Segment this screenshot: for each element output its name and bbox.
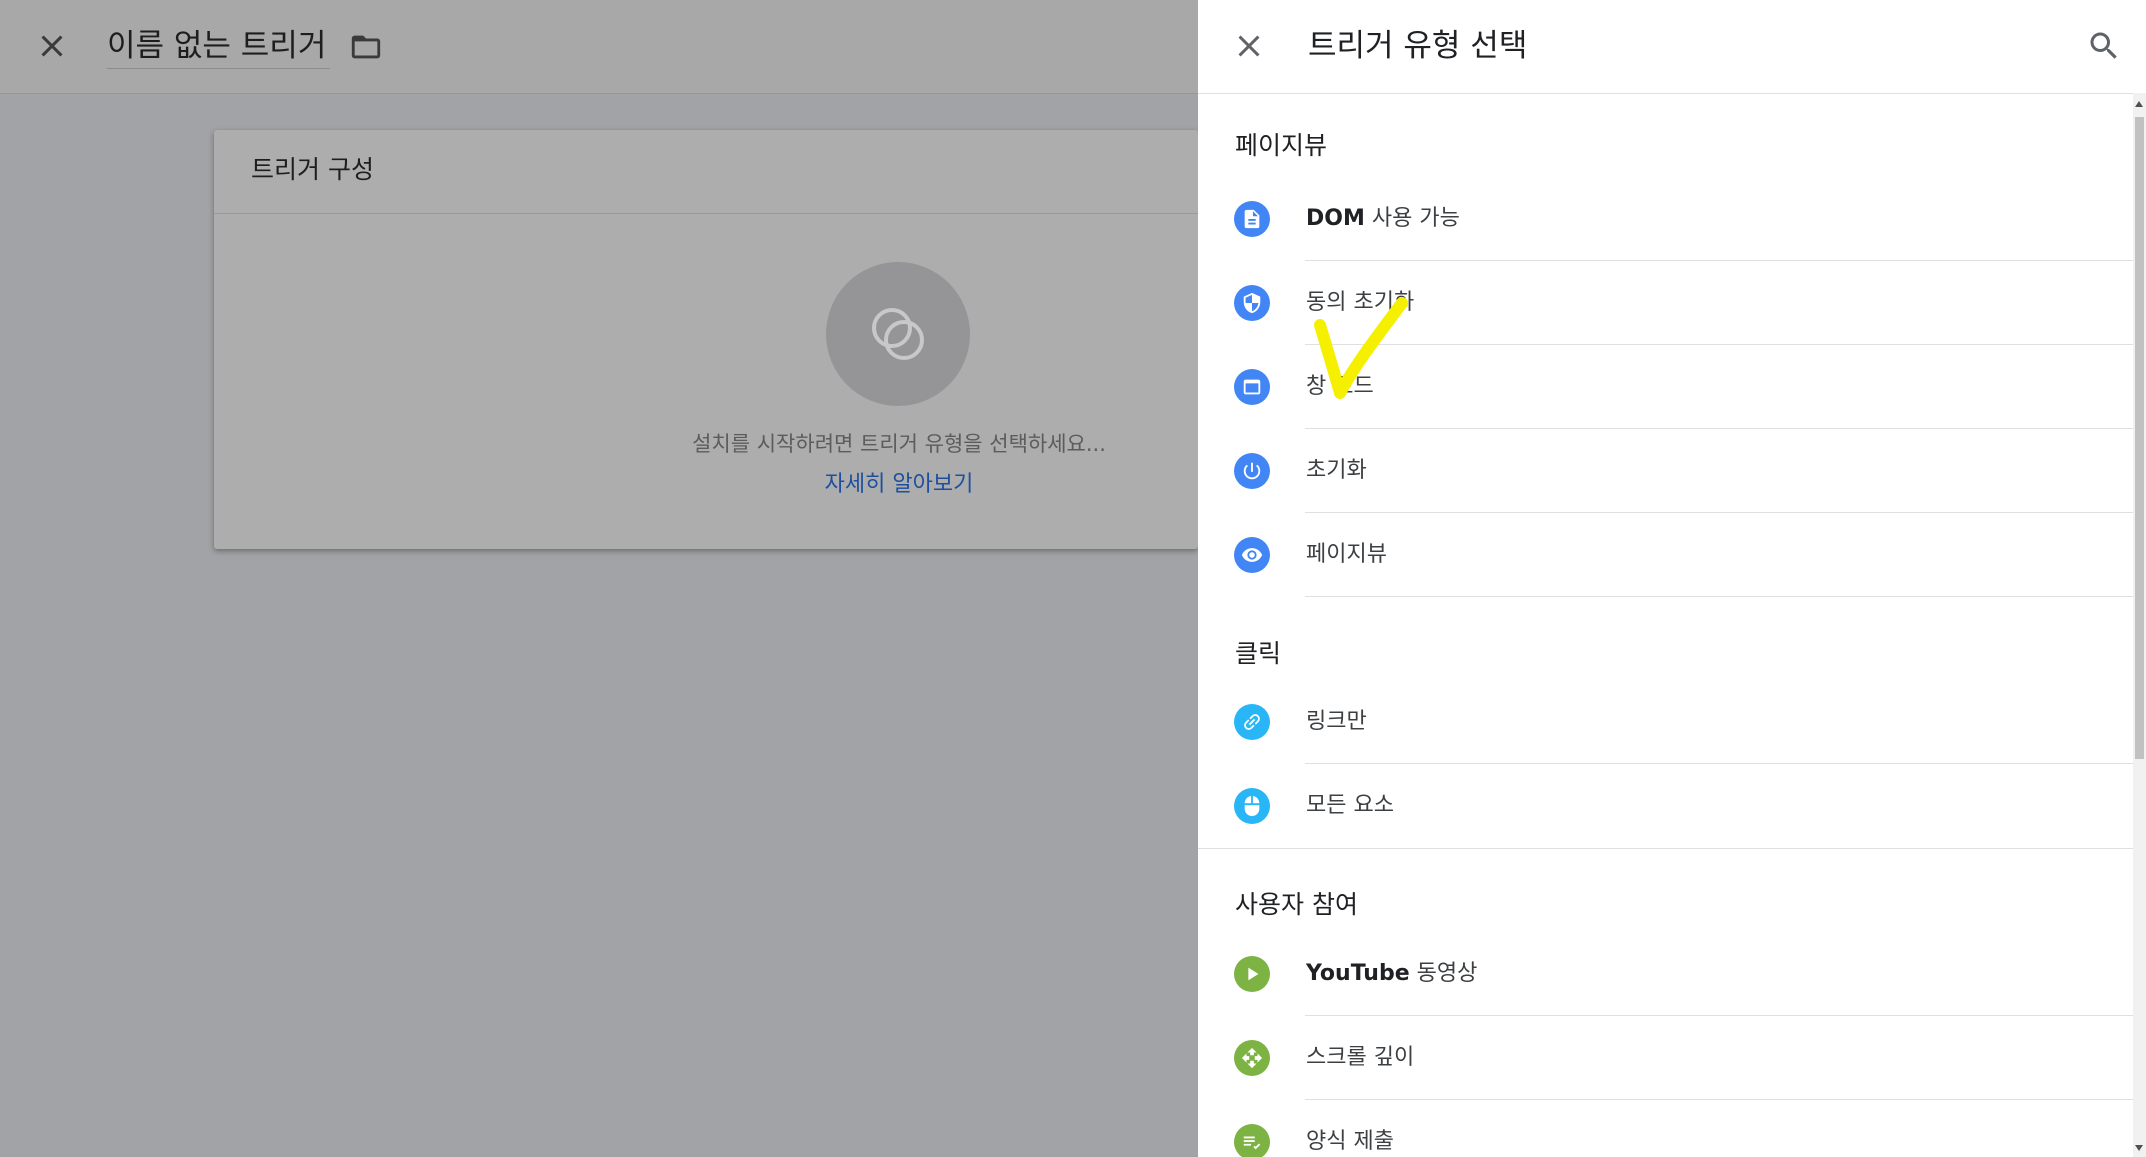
trigger-item-page-view[interactable]: 페이지뷰 <box>1198 513 2133 597</box>
scroll-up-arrow[interactable] <box>2135 101 2143 107</box>
shield-icon <box>1234 285 1270 321</box>
trigger-item-consent-init[interactable]: 동의 초기화 <box>1198 261 2133 345</box>
trigger-item-all-elements[interactable]: 모든 요소 <box>1198 764 2133 848</box>
trigger-item-youtube-video[interactable]: YouTube 동영상 <box>1198 932 2133 1016</box>
link-icon <box>1234 704 1270 740</box>
trigger-item-label: 초기화 <box>1306 458 1367 483</box>
trigger-item-dom-ready[interactable]: DOM 사용 가능 <box>1198 177 2133 261</box>
close-icon[interactable] <box>34 28 70 64</box>
mouse-icon <box>1234 788 1270 824</box>
trigger-item-label: 페이지뷰 <box>1306 542 1387 567</box>
editor-topbar: 이름 없는 트리거 <box>0 0 1198 94</box>
power-icon <box>1234 453 1270 489</box>
eye-icon <box>1234 537 1270 573</box>
trigger-item-form-submission[interactable]: 양식 제출 <box>1198 1100 2133 1157</box>
panel-title: 트리거 유형 선택 <box>1308 28 1528 64</box>
trigger-item-label: 창 로드 <box>1306 374 1374 399</box>
trigger-type-panel: 트리거 유형 선택 페이지뷰 DOM 사용 가능 동의 초기화 창 로드 초기화 <box>1198 0 2146 1157</box>
trigger-item-label: DOM 사용 가능 <box>1306 206 1460 231</box>
panel-scrollbar[interactable] <box>2133 93 2146 1157</box>
trigger-item-label: 양식 제출 <box>1306 1129 1394 1154</box>
trigger-item-initialization[interactable]: 초기화 <box>1198 429 2133 513</box>
trigger-name-field[interactable]: 이름 없는 트리거 <box>107 24 331 69</box>
window-icon <box>1234 369 1270 405</box>
panel-header: 트리거 유형 선택 <box>1198 0 2146 94</box>
trigger-item-just-links[interactable]: 링크만 <box>1198 680 2133 764</box>
play-icon <box>1234 956 1270 992</box>
close-icon[interactable] <box>1231 28 1267 64</box>
document-icon <box>1234 201 1270 237</box>
trigger-item-scroll-depth[interactable]: 스크롤 깊이 <box>1198 1016 2133 1100</box>
section-title-pageview: 페이지뷰 <box>1235 131 1328 160</box>
section-title-click: 클릭 <box>1235 639 1282 668</box>
search-icon[interactable] <box>2086 28 2122 64</box>
move-icon <box>1234 1040 1270 1076</box>
trigger-item-label: YouTube 동영상 <box>1306 961 1478 986</box>
trigger-item-label: 링크만 <box>1306 709 1367 734</box>
folder-icon[interactable] <box>348 30 384 64</box>
scroll-down-arrow[interactable] <box>2135 1145 2143 1151</box>
trigger-item-label: 스크롤 깊이 <box>1306 1045 1415 1070</box>
trigger-config-card[interactable]: 트리거 구성 설치를 시작하려면 트리거 유형을 선택하세요... 자세히 알아… <box>214 130 1198 549</box>
trigger-item-label: 동의 초기화 <box>1306 290 1415 315</box>
trigger-item-label: 모든 요소 <box>1306 793 1394 818</box>
trigger-placeholder-icon[interactable] <box>826 262 970 406</box>
scroll-thumb[interactable] <box>2135 117 2144 759</box>
section-title-user-engagement: 사용자 참여 <box>1235 890 1358 919</box>
config-card-title: 트리거 구성 <box>214 130 1198 214</box>
trigger-item-window-loaded[interactable]: 창 로드 <box>1198 345 2133 429</box>
form-check-icon <box>1234 1124 1270 1157</box>
